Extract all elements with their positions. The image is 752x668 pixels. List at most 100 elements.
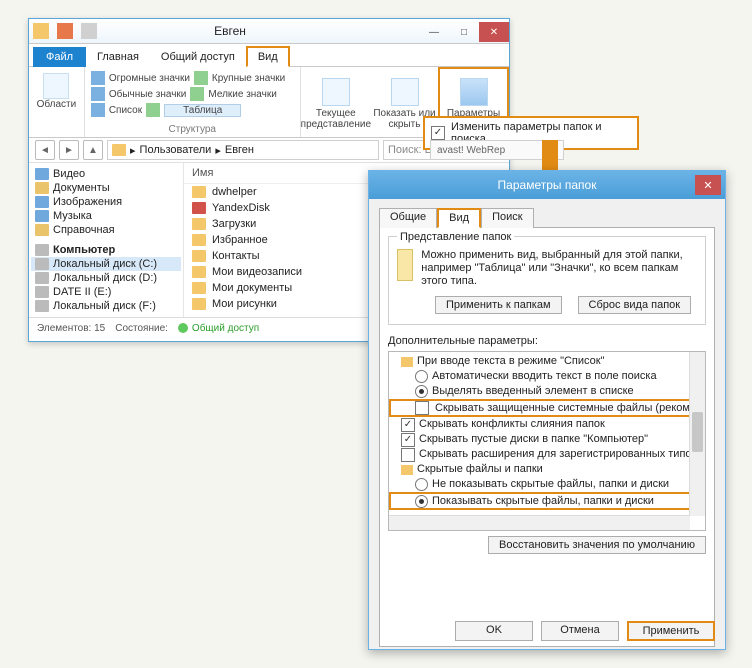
tab-view[interactable]: Вид [437,208,481,228]
folder-icon [401,357,413,367]
nav-documents[interactable]: Документы [31,181,181,195]
nav-video[interactable]: Видео [31,167,181,181]
up-button[interactable]: ▲ [83,140,103,160]
dialog-page: Представление папок Можно применить вид,… [379,227,715,647]
minimize-button[interactable]: — [419,22,449,42]
forward-button[interactable]: ► [59,140,79,160]
views-group-label: Структура [91,124,294,135]
nav-help[interactable]: Справочная [31,223,181,237]
advanced-settings-list[interactable]: При вводе текста в режиме "Список" Автом… [388,351,706,531]
close-button[interactable]: ✕ [479,22,509,42]
folder-icon [192,266,206,278]
folder-icon [112,144,126,156]
tab-general[interactable]: Общие [379,208,437,228]
tab-home[interactable]: Главная [86,47,150,67]
state-label: Состояние: [115,323,168,334]
crumb-evgen[interactable]: Евген [225,144,254,156]
radio-icon [415,385,428,398]
drive-icon [35,258,49,270]
view-large[interactable]: Крупные значки [212,73,285,84]
computer-icon [35,244,49,256]
folder-icon [192,250,206,262]
drive-icon [35,300,49,312]
nav-pane-icon[interactable] [43,73,69,99]
tab-file[interactable]: Файл [33,47,86,67]
view-table[interactable]: Таблица [164,104,241,117]
nav-local-c[interactable]: Локальный диск (C:) [31,257,181,271]
view-list[interactable]: Список [109,105,142,116]
folder-icon [192,234,206,246]
drive-icon [35,272,49,284]
adv-radio-show-hidden[interactable]: Показывать скрытые файлы, папки и диски [389,492,705,510]
item-count: Элементов: 15 [37,323,105,334]
dialog-footer: OK Отмена Применить [455,621,715,641]
adv-check-hide-protected[interactable]: Скрывать защищенные системные файлы (рек… [389,399,705,417]
group-text: Можно применить вид, выбранный для этой … [421,249,697,288]
share-status: Общий доступ [178,323,259,334]
show-hide-icon [391,78,419,106]
radio-icon [415,478,428,491]
reset-folders-button[interactable]: Сброс вида папок [578,296,692,314]
adv-radio[interactable]: Выделять введенный элемент в списке [389,384,705,399]
dialog-titlebar[interactable]: Параметры папок ✕ [369,171,725,199]
apply-to-folders-button[interactable]: Применить к папкам [435,296,562,314]
radio-icon [415,495,428,508]
radio-icon [415,370,428,383]
tab-search[interactable]: Поиск [481,208,533,228]
view-icon [91,87,105,101]
cancel-button[interactable]: Отмена [541,621,619,641]
regions-label[interactable]: Области [35,99,78,110]
nav-local-f[interactable]: Локальный диск (F:) [31,299,181,313]
doc-icon [35,182,49,194]
window-title: Евген [71,24,389,38]
nav-local-d[interactable]: Локальный диск (D:) [31,271,181,285]
ok-button[interactable]: OK [455,621,533,641]
horizontal-scrollbar[interactable] [389,515,690,530]
folder-icon [192,202,206,214]
nav-pane[interactable]: Видео Документы Изображения Музыка Справ… [29,163,184,317]
music-icon [35,210,49,222]
folder-icon [192,186,206,198]
dialog-title: Параметры папок [498,178,597,192]
scroll-thumb[interactable] [692,412,703,452]
dialog-close-button[interactable]: ✕ [695,175,721,195]
nav-pictures[interactable]: Изображения [31,195,181,209]
apply-button[interactable]: Применить [627,621,715,641]
adv-check[interactable]: Скрывать расширения для зарегистрированн… [389,447,705,462]
view-huge[interactable]: Огромные значки [109,73,190,84]
view-medium[interactable]: Обычные значки [109,89,187,100]
crumb-users[interactable]: Пользователи [140,144,212,156]
checkbox-icon [401,448,415,462]
restore-defaults-button[interactable]: Восстановить значения по умолчанию [488,536,706,554]
vertical-scrollbar[interactable] [689,352,705,516]
view-icon [190,87,204,101]
current-view-icon [322,78,350,106]
view-small[interactable]: Мелкие значки [208,89,276,100]
breadcrumb[interactable]: ▸ Пользователи ▸ Евген [107,140,379,160]
nav-music[interactable]: Музыка [31,209,181,223]
maximize-button[interactable]: □ [449,22,479,42]
current-view-label: Текущее представление [301,108,371,130]
view-icon [146,103,160,117]
back-button[interactable]: ◄ [35,140,55,160]
adv-check[interactable]: Скрывать пустые диски в папке "Компьютер… [389,432,705,447]
current-view-button[interactable]: Текущее представление [301,67,371,137]
folder-icon [401,465,413,475]
explorer-titlebar[interactable]: Евген — □ ✕ [29,19,509,44]
folder-options-dialog: Параметры папок ✕ Общие Вид Поиск Предст… [368,170,726,650]
adv-group: Скрытые файлы и папки [389,462,705,477]
adv-radio[interactable]: Автоматически вводить текст в поле поиск… [389,369,705,384]
adv-group: При вводе текста в режиме "Список" [389,354,705,369]
adv-check[interactable]: Скрывать конфликты слияния папок [389,417,705,432]
dialog-tabs: Общие Вид Поиск [379,207,715,227]
tab-view[interactable]: Вид [246,46,290,67]
adv-radio[interactable]: Не показывать скрытые файлы, папки и дис… [389,477,705,492]
advanced-label: Дополнительные параметры: [388,335,706,347]
nav-date2[interactable]: DATE II (E:) [31,285,181,299]
checkbox-icon [415,401,429,415]
folder-views-group: Представление папок Можно применить вид,… [388,236,706,325]
nav-computer[interactable]: Компьютер [31,243,181,257]
tab-share[interactable]: Общий доступ [150,47,246,67]
folder-icon [192,282,206,294]
group-title: Представление папок [397,231,514,243]
